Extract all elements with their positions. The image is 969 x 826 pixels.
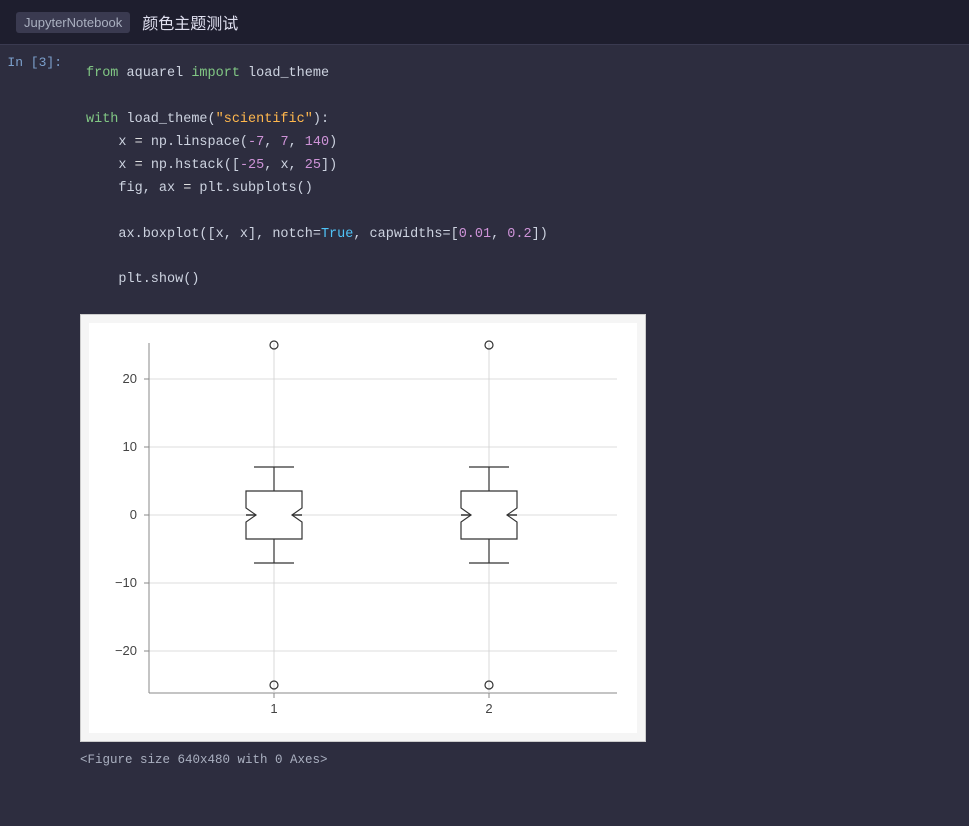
notebook-label: JupyterNotebook <box>16 12 130 33</box>
code-line: fig, ax = plt.subplots() <box>86 178 953 201</box>
svg-text:2: 2 <box>485 701 492 716</box>
cell-container: In [3]: from aquarel import load_theme w… <box>0 45 969 310</box>
top-bar: JupyterNotebook 颜色主题测试 <box>0 0 969 45</box>
code-line <box>86 201 953 224</box>
code-block[interactable]: from aquarel import load_theme with load… <box>70 53 969 302</box>
svg-text:20: 20 <box>123 371 137 386</box>
chart-wrapper: 20 10 0 −10 −20 1 2 <box>80 314 646 742</box>
svg-text:−10: −10 <box>115 575 137 590</box>
code-line: plt.show() <box>86 269 953 292</box>
notebook-title: 颜色主题测试 <box>142 10 238 34</box>
cell-content: from aquarel import load_theme with load… <box>70 45 969 310</box>
code-line: from aquarel import load_theme <box>86 63 953 86</box>
code-line: with load_theme("scientific"): <box>86 109 953 132</box>
code-line <box>86 247 953 270</box>
svg-text:0: 0 <box>130 507 137 522</box>
code-line <box>86 86 953 109</box>
svg-text:10: 10 <box>123 439 137 454</box>
cell-prompt: In [3]: <box>0 45 70 310</box>
output-area: 20 10 0 −10 −20 1 2 <box>0 310 969 777</box>
figure-text: <Figure size 640x480 with 0 Axes> <box>70 747 969 773</box>
code-line: x = np.linspace(-7, 7, 140) <box>86 132 953 155</box>
chart-svg: 20 10 0 −10 −20 1 2 <box>89 323 637 733</box>
svg-text:1: 1 <box>270 701 277 716</box>
code-line: ax.boxplot([x, x], notch=True, capwidths… <box>86 224 953 247</box>
svg-text:−20: −20 <box>115 643 137 658</box>
code-line: x = np.hstack([-25, x, 25]) <box>86 155 953 178</box>
